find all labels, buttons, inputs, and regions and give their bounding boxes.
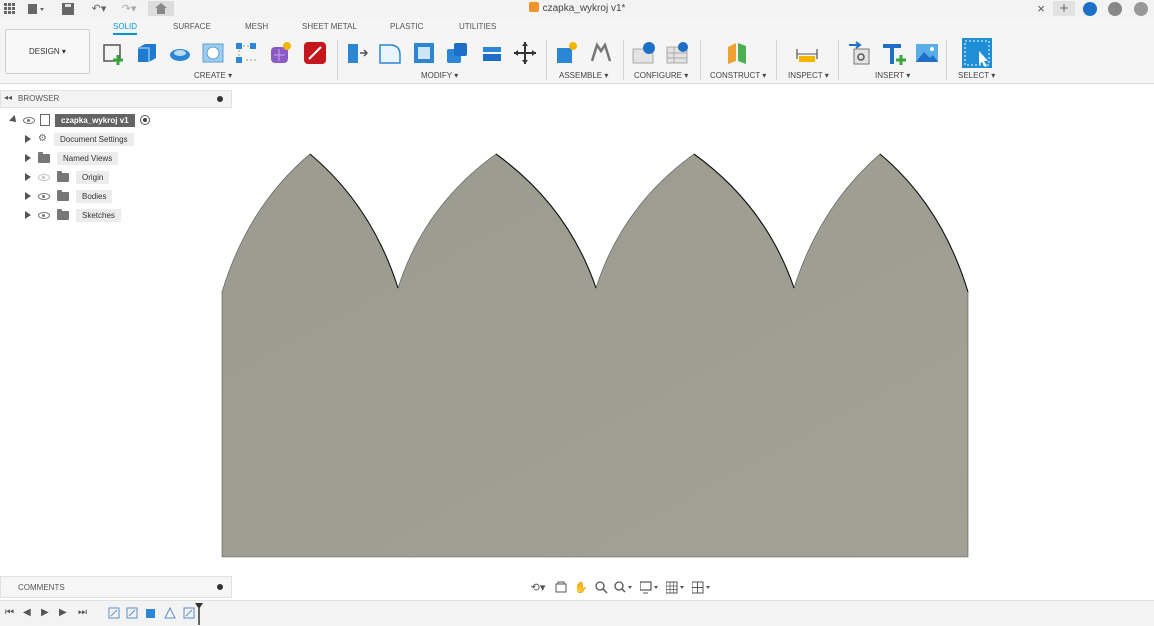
step-back-icon[interactable]: ◀ xyxy=(23,608,31,618)
pattern-body[interactable] xyxy=(221,153,969,558)
browser-item-origin[interactable]: Origin xyxy=(25,169,110,185)
panel-pin-icon[interactable] xyxy=(217,96,223,102)
browser-root-node[interactable]: czapka_wykroj v1 xyxy=(9,112,150,128)
browser-item-document-settings[interactable]: ⚙ Document Settings xyxy=(25,131,134,147)
expand-arrow-icon[interactable] xyxy=(9,115,19,125)
browser-item-label: Origin xyxy=(76,170,110,184)
grid-settings-icon[interactable] xyxy=(665,579,687,595)
timeline-split-icon[interactable] xyxy=(164,607,176,619)
folder-icon xyxy=(38,151,50,163)
root-component-label[interactable]: czapka_wykroj v1 xyxy=(55,113,135,127)
browser-item-label: Sketches xyxy=(76,208,121,222)
timeline-sketch-icon[interactable] xyxy=(183,607,195,619)
browser-panel-header[interactable]: ◂◂ BROWSER xyxy=(0,90,232,108)
go-to-start-icon[interactable]: ⏮ xyxy=(5,608,14,618)
fit-view-icon[interactable] xyxy=(613,579,635,595)
browser-title: BROWSER xyxy=(18,94,60,103)
visibility-eye-icon[interactable] xyxy=(38,192,50,200)
timeline-sketch-icon[interactable] xyxy=(108,607,120,619)
gear-icon: ⚙ xyxy=(38,133,47,144)
folder-icon xyxy=(57,208,69,220)
viewports-icon[interactable] xyxy=(691,579,713,595)
go-to-end-icon[interactable]: ⏭ xyxy=(78,608,87,618)
browser-item-bodies[interactable]: Bodies xyxy=(25,188,113,204)
comments-panel[interactable]: COMMENTS xyxy=(0,576,232,598)
browser-item-sketches[interactable]: Sketches xyxy=(25,207,121,223)
expand-arrow-icon[interactable] xyxy=(25,192,31,200)
folder-icon xyxy=(57,170,69,182)
timeline-bar: ⏮ ◀ ▶ ▶ ⏭ xyxy=(0,600,1154,626)
visibility-eye-icon[interactable] xyxy=(23,116,35,124)
folder-icon xyxy=(57,189,69,201)
browser-item-label: Document Settings xyxy=(53,132,134,146)
step-forward-icon[interactable]: ▶ xyxy=(59,608,67,618)
timeline-marker-icon[interactable] xyxy=(195,603,203,625)
expand-arrow-icon[interactable] xyxy=(25,211,31,219)
navigation-bar: ⟲▾ ✋ xyxy=(527,577,713,597)
zoom-icon[interactable] xyxy=(593,579,609,595)
browser-item-label: Named Views xyxy=(57,151,119,165)
collapse-panel-icon[interactable]: ◂◂ xyxy=(4,93,12,102)
comments-title: COMMENTS xyxy=(18,583,65,592)
visibility-eye-icon[interactable] xyxy=(38,173,50,181)
visibility-eye-icon[interactable] xyxy=(38,211,50,219)
pan-hand-icon[interactable]: ✋ xyxy=(573,579,589,595)
activate-radio-icon[interactable] xyxy=(139,115,150,125)
expand-arrow-icon[interactable] xyxy=(25,154,31,162)
panel-pin-icon[interactable] xyxy=(217,584,223,590)
timeline-sketch-icon[interactable] xyxy=(126,607,138,619)
document-icon xyxy=(40,114,50,126)
play-icon[interactable]: ▶ xyxy=(41,608,49,618)
timeline-extrude-icon[interactable] xyxy=(145,607,157,619)
expand-arrow-icon[interactable] xyxy=(25,135,31,143)
display-settings-icon[interactable] xyxy=(639,579,661,595)
orbit-icon[interactable]: ⟲▾ xyxy=(527,579,549,595)
browser-item-label: Bodies xyxy=(76,189,113,203)
look-at-icon[interactable] xyxy=(553,579,569,595)
browser-item-named-views[interactable]: Named Views xyxy=(25,150,119,166)
expand-arrow-icon[interactable] xyxy=(25,173,31,181)
